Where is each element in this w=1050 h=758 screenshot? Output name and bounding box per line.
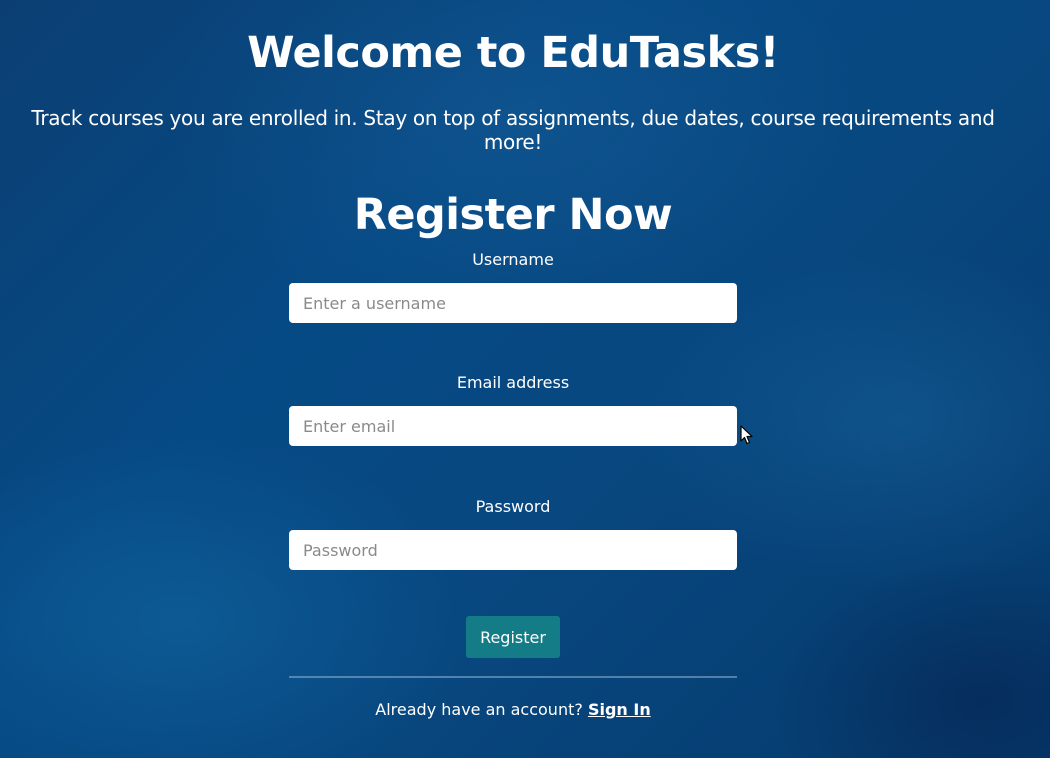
register-button[interactable]: Register [466, 616, 560, 658]
divider [289, 676, 737, 678]
signin-link[interactable]: Sign In [588, 700, 651, 719]
form-title: Register Now [353, 190, 673, 240]
signin-prompt: Already have an account? [375, 700, 583, 719]
email-input[interactable] [289, 406, 737, 446]
password-label: Password [475, 497, 551, 516]
signin-row: Already have an account? Sign In [289, 700, 737, 719]
page-title: Welcome to EduTasks! [247, 28, 779, 78]
tagline: Track courses you are enrolled in. Stay … [31, 106, 995, 154]
mouse-cursor-icon [740, 425, 753, 445]
username-label: Username [472, 250, 554, 269]
username-input[interactable] [289, 283, 737, 323]
email-label: Email address [456, 373, 570, 392]
registration-page: Welcome to EduTasks! Track courses you a… [0, 0, 1050, 758]
password-input[interactable] [289, 530, 737, 570]
